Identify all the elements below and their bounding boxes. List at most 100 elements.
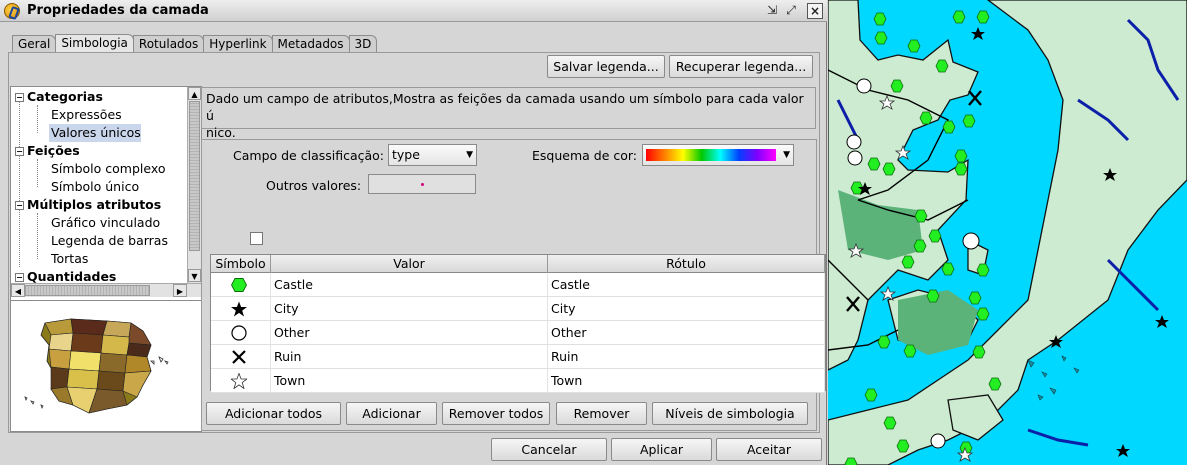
other-values-symbol-swatch[interactable] — [368, 174, 476, 194]
green-hexagon-icon — [231, 278, 247, 292]
tree-item-legenda-de-barras[interactable]: Legenda de barras — [49, 232, 168, 250]
tree-item-simbolo-unico[interactable]: Símbolo único — [49, 178, 139, 196]
tree-category-label: Múltiplos atributos — [27, 197, 162, 212]
table-row[interactable]: City City — [211, 297, 825, 321]
tree-item-valores-unicos[interactable]: Valores únicos — [49, 124, 141, 142]
tree-category-categorias[interactable]: − Categorias — [11, 88, 103, 106]
tree-item-simbolo-complexo[interactable]: Símbolo complexo — [49, 160, 166, 178]
value-cell[interactable]: Other — [271, 321, 548, 345]
black-x-icon — [232, 350, 246, 364]
legend-description: Dado um campo de atributos,Mostra as fei… — [201, 87, 816, 140]
chevron-down-icon: ▼ — [783, 150, 790, 160]
value-cell[interactable]: Ruin — [271, 345, 548, 369]
tree-category-feicoes[interactable]: − Feições — [11, 142, 80, 160]
tree-item-tortas[interactable]: Tortas — [49, 250, 88, 268]
tree-category-quantidades[interactable]: − Quantidades — [11, 268, 116, 283]
restore-icon[interactable]: ⇲ — [764, 3, 780, 19]
spain-provinces-preview-icon — [24, 318, 169, 414]
column-header-symbol[interactable]: Símbolo — [211, 255, 271, 273]
collapse-icon[interactable]: − — [15, 147, 24, 156]
black-star-icon — [231, 301, 247, 317]
label-cell[interactable]: City — [548, 297, 825, 321]
label-cell[interactable]: Other — [548, 321, 825, 345]
other-values-label: Outros valores: — [266, 178, 362, 193]
save-legend-button[interactable]: Salvar legenda... — [547, 55, 665, 78]
color-scheme-select[interactable]: ▼ — [642, 144, 794, 166]
scroll-left-icon[interactable]: ◀ — [11, 284, 25, 297]
white-star-icon — [231, 373, 247, 389]
layer-properties-dialog: Propriedades da camada ⇲ ⤢ × Geral Simbo… — [0, 0, 827, 465]
label-cell[interactable]: Town — [548, 369, 825, 393]
color-ramp-icon — [646, 149, 776, 161]
maximize-icon[interactable]: ⤢ — [783, 3, 799, 19]
column-header-label[interactable]: Rótulo — [548, 255, 825, 273]
scroll-thumb[interactable] — [189, 101, 200, 251]
table-row[interactable]: Castle Castle — [211, 273, 825, 297]
tree-horizontal-scrollbar[interactable]: ◀ ▶ — [11, 283, 201, 297]
scroll-thumb[interactable] — [25, 285, 150, 296]
map-view[interactable] — [828, 0, 1187, 465]
color-scheme-label: Esquema de cor: — [532, 148, 638, 163]
collapse-icon[interactable]: − — [15, 201, 24, 210]
table-row[interactable]: Ruin Ruin — [211, 345, 825, 369]
label-cell[interactable]: Ruin — [548, 345, 825, 369]
symbols-table: Símbolo Valor Rótulo Castle Castle City — [210, 254, 826, 393]
tab-symbology[interactable]: Simbologia — [55, 34, 134, 53]
accept-button[interactable]: Aceitar — [716, 438, 822, 461]
tree-category-label: Quantidades — [27, 269, 117, 283]
classification-field-select[interactable]: type ▼ — [388, 144, 477, 166]
window-title: Propriedades da camada — [27, 3, 209, 18]
symbol-cell[interactable] — [211, 297, 271, 321]
symbol-cell[interactable] — [211, 345, 271, 369]
value-cell[interactable]: City — [271, 297, 548, 321]
tree-category-multiplos-atributos[interactable]: − Múltiplos atributos — [11, 196, 161, 214]
gvsig-app-icon — [4, 3, 20, 19]
scroll-right-icon[interactable]: ▶ — [173, 284, 187, 297]
white-circle-icon — [231, 325, 247, 341]
legend-type-tree: − Categorias Expressões Valores únicos − F… — [10, 86, 202, 332]
title-bar: Propriedades da camada ⇲ ⤢ × — [0, 0, 827, 22]
symbology-levels-button[interactable]: Níveis de simbologia — [652, 402, 808, 425]
load-legend-button[interactable]: Recuperar legenda... — [669, 55, 813, 78]
label-cell[interactable]: Castle — [548, 273, 825, 297]
table-row[interactable]: Other Other — [211, 321, 825, 345]
table-header: Símbolo Valor Rótulo — [211, 255, 825, 273]
tree-item-expressoes[interactable]: Expressões — [49, 106, 122, 124]
legend-preview — [10, 300, 202, 432]
symbol-cell[interactable] — [211, 321, 271, 345]
close-icon[interactable]: × — [807, 3, 823, 19]
map-canvas[interactable] — [828, 0, 1187, 465]
collapse-icon[interactable]: − — [15, 273, 24, 282]
collapse-icon[interactable]: − — [15, 93, 24, 102]
tab-bar: Geral Simbologia Rotulados Hyperlink Met… — [12, 34, 378, 53]
symbol-cell[interactable] — [211, 369, 271, 393]
tree-category-label: Feições — [27, 143, 80, 158]
tree-content: − Categorias Expressões Valores únicos − F… — [11, 87, 186, 283]
remove-button[interactable]: Remover — [556, 402, 647, 425]
add-button[interactable]: Adicionar — [346, 402, 437, 425]
other-values-checkbox[interactable] — [250, 232, 263, 245]
tab-3d[interactable]: 3D — [348, 35, 378, 53]
description-line-1: Dado um campo de atributos,Mostra as fei… — [206, 91, 804, 123]
classification-field-value: type — [392, 147, 420, 162]
tree-category-label: Categorias — [27, 89, 103, 104]
value-cell[interactable]: Castle — [271, 273, 548, 297]
scroll-up-icon[interactable]: ▲ — [188, 87, 201, 100]
apply-button[interactable]: Aplicar — [611, 438, 712, 461]
value-cell[interactable]: Town — [271, 369, 548, 393]
table-row[interactable]: Town Town — [211, 369, 825, 393]
scroll-down-icon[interactable]: ▼ — [188, 269, 201, 282]
tab-labels[interactable]: Rotulados — [132, 35, 205, 53]
tab-general[interactable]: Geral — [12, 35, 57, 53]
tab-metadata[interactable]: Metadados — [271, 35, 350, 53]
symbology-panel: Salvar legenda... Recuperar legenda... −… — [8, 52, 826, 433]
tab-hyperlink[interactable]: Hyperlink — [203, 35, 273, 53]
column-header-value[interactable]: Valor — [271, 255, 548, 273]
cancel-button[interactable]: Cancelar — [491, 438, 607, 461]
remove-all-button[interactable]: Remover todos — [442, 402, 550, 425]
add-all-button[interactable]: Adicionar todos — [206, 402, 341, 425]
classification-field-label: Campo de classificação: — [233, 148, 385, 163]
symbol-cell[interactable] — [211, 273, 271, 297]
tree-vertical-scrollbar[interactable]: ▲ ▼ — [187, 87, 201, 283]
tree-item-grafico-vinculado[interactable]: Gráfico vinculado — [49, 214, 160, 232]
